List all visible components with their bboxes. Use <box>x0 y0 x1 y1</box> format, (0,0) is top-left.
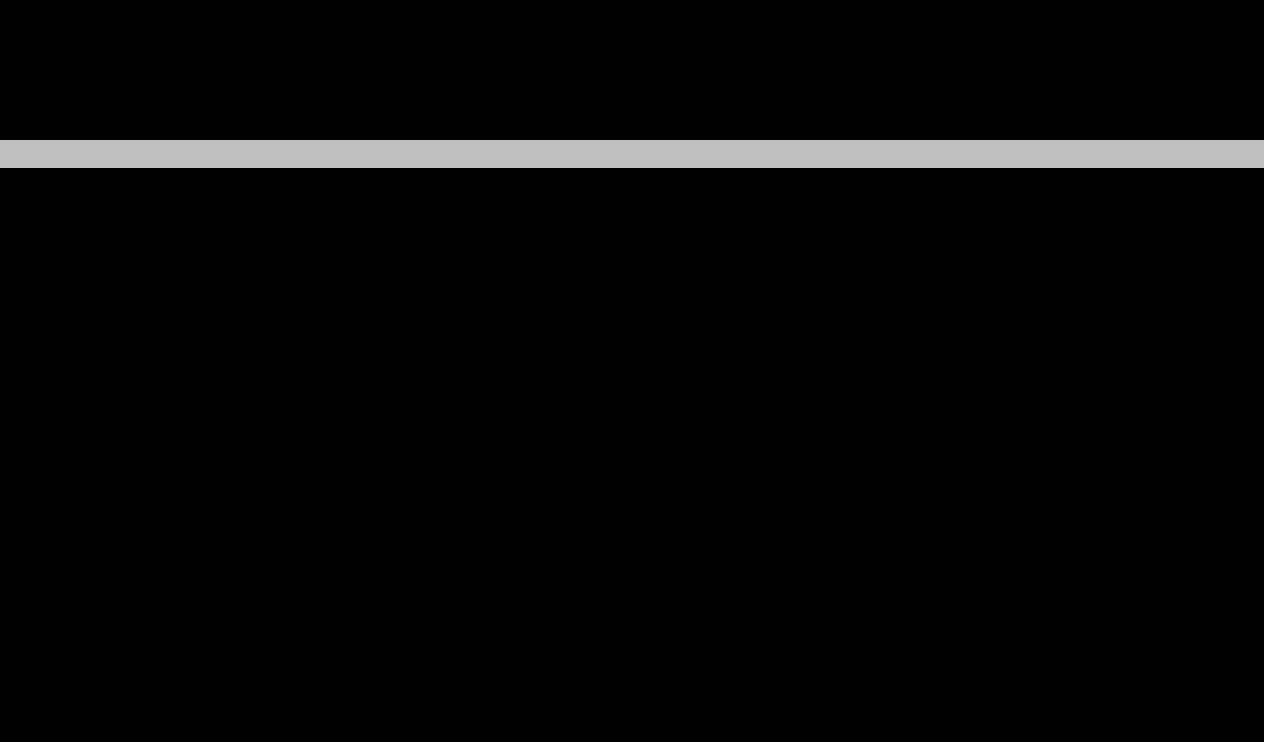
emacs-modeline <box>0 140 1264 168</box>
